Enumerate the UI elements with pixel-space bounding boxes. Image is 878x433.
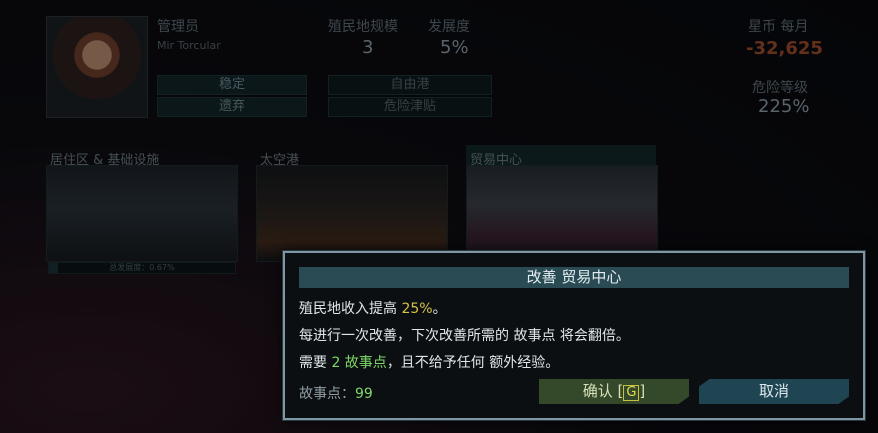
facility-card-spaceport[interactable] [256,165,448,262]
danger-label: 危险等级 [752,80,808,96]
development-label: 发展度 [428,19,470,35]
credits-value: -32,625 [746,38,823,59]
administrator-name: Mir Torcular [157,39,221,52]
doubling-cost-line: 每进行一次改善，下次改善所需的 故事点 将会翻倍。 [299,328,630,344]
improve-dialog: 改善 贸易中心 殖民地收入提高 25%。 每进行一次改善，下次改善所需的 故事点… [283,251,865,420]
confirm-suffix: ] [639,382,646,400]
development-progress-text: 总发展度：0.67% [109,263,175,272]
hazard-pay-tag: 危险津贴 [328,97,492,117]
facility-card-habitat[interactable] [46,165,238,262]
colony-size-value: 3 [362,37,374,58]
facility-card-trade-center[interactable] [466,165,658,262]
colony-size-label: 殖民地规模 [328,19,398,35]
credits-label: 星币 每月 [748,19,809,35]
cancel-button[interactable]: 取消 [699,379,849,404]
administrator-title: 管理员 [157,19,199,35]
confirm-hotkey: G [623,385,640,401]
stabilize-button[interactable]: 稳定 [157,75,307,95]
free-port-tag: 自由港 [328,75,492,95]
confirm-label: 确认 [ [582,382,624,400]
income-increase-value: 25% [401,301,433,317]
income-line: 殖民地收入提高 25%。 [299,298,447,318]
cost-line-prefix: 需要 [299,355,332,371]
cost-line: 需要 2 故事点，且不给予任何 额外经验。 [299,352,559,372]
story-point-cost: 2 故事点 [331,355,387,371]
income-line-suffix: 。 [432,301,447,317]
story-points-readout: 故事点：99 [299,383,373,403]
dialog-title: 改善 贸易中心 [299,267,849,288]
development-value: 5% [440,37,469,58]
story-points-label: 故事点： [299,386,355,402]
danger-value: 225% [758,96,810,117]
story-points-value: 99 [355,386,373,402]
income-line-prefix: 殖民地收入提高 [299,301,402,317]
development-progress-bar: 总发展度：0.67% [48,262,236,274]
abandon-button[interactable]: 遗弃 [157,97,307,117]
cost-line-suffix: ，且不给予任何 额外经验。 [386,355,560,371]
administrator-portrait [46,16,148,118]
confirm-button[interactable]: 确认 [G] [539,379,689,404]
